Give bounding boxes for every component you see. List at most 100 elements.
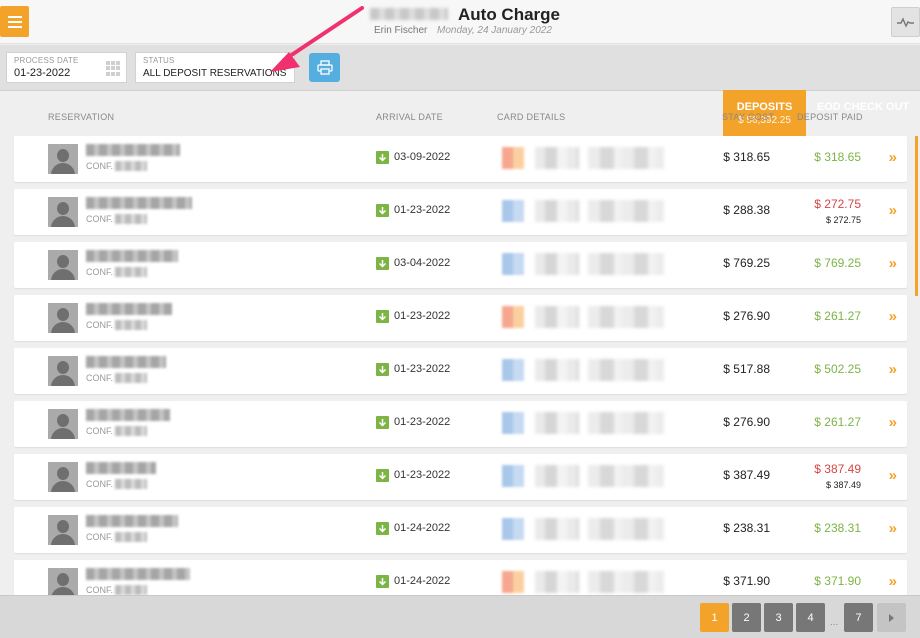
reservation-row[interactable]: CONF. 01-24-2022 $ 238.31 $ 238.31 » xyxy=(14,507,907,553)
arrival-down-arrow-icon xyxy=(376,151,389,164)
reservation-row[interactable]: CONF. 01-23-2022 $ 288.38 $ 272.75 $ 272… xyxy=(14,189,907,235)
arrival-date: 03-09-2022 xyxy=(394,151,451,163)
pagination-ellipsis: ... xyxy=(830,617,839,628)
col-header-stay: STAY COST xyxy=(722,112,775,122)
chevron-right-icon[interactable]: » xyxy=(889,361,897,378)
stay-cost: $ 276.90 xyxy=(723,415,770,429)
stay-cost: $ 288.38 xyxy=(723,203,770,217)
reservation-row[interactable]: CONF. 03-09-2022 $ 318.65 $ 318.65 » xyxy=(14,136,907,182)
page-button-4[interactable]: 4 xyxy=(796,603,825,632)
card-holder-redacted xyxy=(588,359,664,381)
status-select[interactable]: STATUS ALL DEPOSIT RESERVATIONS xyxy=(135,52,295,83)
print-button[interactable] xyxy=(309,53,340,82)
process-date-value: 01-23-2022 xyxy=(14,67,71,79)
deposit-paid: $ 261.27 xyxy=(814,309,861,323)
guest-name-redacted xyxy=(86,197,192,209)
process-date-label: PROCESS DATE xyxy=(14,56,79,65)
next-page-icon[interactable] xyxy=(877,603,906,632)
stay-cost: $ 276.90 xyxy=(723,309,770,323)
chevron-right-icon[interactable]: » xyxy=(889,467,897,484)
chevron-right-icon[interactable]: » xyxy=(889,308,897,325)
guest-name-redacted xyxy=(86,515,178,527)
menu-button[interactable] xyxy=(0,6,29,37)
guest-name-redacted xyxy=(86,568,190,580)
activity-button[interactable] xyxy=(891,7,920,37)
card-number-redacted xyxy=(535,306,579,328)
page-button-1[interactable]: 1 xyxy=(700,603,729,632)
hamburger-icon-line xyxy=(7,25,22,28)
card-holder-redacted xyxy=(588,147,664,169)
reservation-row[interactable]: CONF. 01-23-2022 $ 276.90 $ 261.27 » xyxy=(14,401,907,447)
arrival-down-arrow-icon xyxy=(376,363,389,376)
reservation-row[interactable]: CONF. 01-24-2022 $ 371.90 $ 371.90 » xyxy=(14,560,907,596)
status-label: STATUS xyxy=(143,56,175,65)
deposit-paid: $ 261.27 xyxy=(814,415,861,429)
card-brand-icon xyxy=(502,359,524,381)
arrival-down-arrow-icon xyxy=(376,310,389,323)
col-header-card: CARD DETAILS xyxy=(497,112,566,122)
guest-name-redacted xyxy=(86,356,166,368)
chevron-right-icon[interactable]: » xyxy=(889,202,897,219)
avatar xyxy=(48,303,78,333)
page-button-3[interactable]: 3 xyxy=(764,603,793,632)
reservation-row[interactable]: CONF. 03-04-2022 $ 769.25 $ 769.25 » xyxy=(14,242,907,288)
deposit-paid: $ 318.65 xyxy=(814,150,861,164)
reservation-row[interactable]: CONF. 01-23-2022 $ 276.90 $ 261.27 » xyxy=(14,295,907,341)
hamburger-icon xyxy=(7,15,22,18)
pagination-bar: 1 2 3 4 ... 7 xyxy=(0,595,920,638)
guest-name-redacted xyxy=(86,409,170,421)
status-value: ALL DEPOSIT RESERVATIONS xyxy=(143,68,287,79)
process-date-field[interactable]: PROCESS DATE 01-23-2022 xyxy=(6,52,127,83)
arrival-down-arrow-icon xyxy=(376,257,389,270)
page-button-2[interactable]: 2 xyxy=(732,603,761,632)
avatar xyxy=(48,197,78,227)
card-holder-redacted xyxy=(588,253,664,275)
confirmation-number-redacted xyxy=(115,267,147,277)
reservation-row[interactable]: CONF. 01-23-2022 $ 517.88 $ 502.25 » xyxy=(14,348,907,394)
reservation-row[interactable]: CONF. 01-23-2022 $ 387.49 $ 387.49 $ 387… xyxy=(14,454,907,500)
avatar xyxy=(48,568,78,596)
app-header: Auto Charge Erin Fischer Monday, 24 Janu… xyxy=(0,0,920,44)
confirmation-number-redacted xyxy=(115,479,147,489)
card-number-redacted xyxy=(535,518,579,540)
chevron-right-icon[interactable]: » xyxy=(889,414,897,431)
chevron-right-icon[interactable]: » xyxy=(889,255,897,272)
avatar xyxy=(48,462,78,492)
confirmation-number-redacted xyxy=(115,426,147,436)
chevron-right-icon[interactable]: » xyxy=(889,573,897,590)
card-holder-redacted xyxy=(588,412,664,434)
confirmation-number-redacted xyxy=(115,320,147,330)
reservation-list: CONF. 03-09-2022 $ 318.65 $ 318.65 » CON… xyxy=(0,136,920,596)
chevron-right-icon[interactable]: » xyxy=(889,520,897,537)
card-brand-icon xyxy=(502,465,524,487)
card-holder-redacted xyxy=(588,518,664,540)
card-number-redacted xyxy=(535,253,579,275)
avatar xyxy=(48,356,78,386)
confirmation-label: CONF. xyxy=(86,320,113,330)
page-button-last[interactable]: 7 xyxy=(844,603,873,632)
deposit-paid: $ 238.31 xyxy=(814,521,861,535)
arrival-date: 03-04-2022 xyxy=(394,257,451,269)
arrival-date: 01-24-2022 xyxy=(394,522,451,534)
confirmation-label: CONF. xyxy=(86,479,113,489)
stay-cost: $ 371.90 xyxy=(723,574,770,588)
avatar xyxy=(48,250,78,280)
confirmation-number-redacted xyxy=(115,214,147,224)
arrival-date: 01-23-2022 xyxy=(394,204,451,216)
guest-name-redacted xyxy=(86,303,172,315)
stay-cost: $ 238.31 xyxy=(723,521,770,535)
avatar xyxy=(48,515,78,545)
calendar-grid-icon[interactable] xyxy=(106,61,121,76)
chevron-down-icon xyxy=(281,66,287,70)
stay-cost: $ 318.65 xyxy=(723,150,770,164)
deposit-paid: $ 769.25 xyxy=(814,256,861,270)
scrollbar[interactable] xyxy=(915,136,918,296)
card-number-redacted xyxy=(535,412,579,434)
arrival-date: 01-23-2022 xyxy=(394,310,451,322)
deposit-paid: $ 272.75 xyxy=(814,197,861,211)
card-holder-redacted xyxy=(588,200,664,222)
card-brand-icon xyxy=(502,306,524,328)
page-title: Auto Charge xyxy=(458,5,560,24)
arrival-down-arrow-icon xyxy=(376,416,389,429)
chevron-right-icon[interactable]: » xyxy=(889,149,897,166)
